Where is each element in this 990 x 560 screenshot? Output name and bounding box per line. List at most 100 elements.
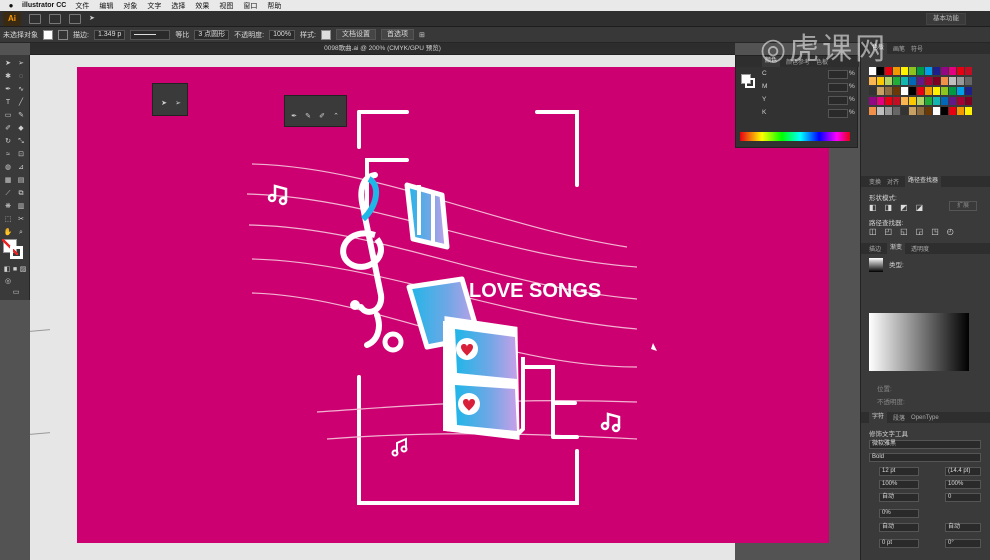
bridge-icon[interactable] xyxy=(49,13,61,24)
swatch-chip[interactable] xyxy=(965,67,972,75)
swatch-grid[interactable] xyxy=(869,67,979,127)
font-size-field[interactable]: 12 pt xyxy=(879,467,919,476)
swatch-chip[interactable] xyxy=(877,67,884,75)
stroke-label[interactable]: 描边: xyxy=(73,30,89,40)
tab-align[interactable]: 对齐 xyxy=(887,177,899,186)
swatch-chip[interactable] xyxy=(901,77,908,85)
swatch-chip[interactable] xyxy=(933,77,940,85)
tab-transparency[interactable]: 透明度 xyxy=(911,244,929,253)
swatch-chip[interactable] xyxy=(957,67,964,75)
tracking-field[interactable]: 0 xyxy=(945,493,981,502)
tab-stroke[interactable]: 描边 xyxy=(869,244,881,253)
grid-icon[interactable] xyxy=(29,13,41,24)
swatch-chip[interactable] xyxy=(957,77,964,85)
swatch-chip[interactable] xyxy=(885,77,892,85)
style-swatch[interactable] xyxy=(320,29,331,40)
swatch-chip[interactable] xyxy=(941,107,948,115)
swatch-chip[interactable] xyxy=(933,97,940,105)
color-spectrum[interactable] xyxy=(740,132,850,141)
floating-tools-panel-b[interactable]: ✒ ✎ ✐ ⌃ xyxy=(284,95,347,127)
kerning-field[interactable]: 自动 xyxy=(879,493,919,502)
eraser-tool-icon[interactable]: ◆ xyxy=(16,124,26,133)
y-value-field[interactable] xyxy=(828,96,848,105)
swatch-chip[interactable] xyxy=(949,107,956,115)
swatch-chip[interactable] xyxy=(965,107,972,115)
rotate-tool-icon[interactable]: ↻ xyxy=(3,137,13,146)
scale-tool-icon[interactable]: ⤡ xyxy=(16,137,26,146)
shape-builder-tool-icon[interactable]: ◍ xyxy=(3,163,13,172)
m-value-field[interactable] xyxy=(828,83,848,92)
swatch-chip[interactable] xyxy=(933,67,940,75)
swatch-chip[interactable] xyxy=(893,67,900,75)
app-name[interactable]: illustrator CC xyxy=(22,2,66,9)
menu-object[interactable]: 对象 xyxy=(123,1,137,11)
horizontal-scale-field[interactable]: 100% xyxy=(945,480,981,489)
swatch-chip[interactable] xyxy=(909,77,916,85)
tab-pathfinder[interactable]: 路径查找器 xyxy=(905,176,942,187)
menu-type[interactable]: 文字 xyxy=(147,1,161,11)
stroke-weight-field[interactable]: 1.349 p xyxy=(93,29,126,40)
swatch-chip[interactable] xyxy=(957,87,964,95)
swatch-chip[interactable] xyxy=(965,87,972,95)
symbol-sprayer-tool-icon[interactable]: ❋ xyxy=(3,202,13,211)
rectangle-tool-icon[interactable]: ▭ xyxy=(3,111,13,120)
gradient-slider[interactable] xyxy=(869,313,969,371)
artboard[interactable]: LOVE SONGS xyxy=(77,67,829,543)
swatch-chip[interactable] xyxy=(925,67,932,75)
font-family-field[interactable]: 微软雅黑 xyxy=(869,440,981,449)
screen-mode-icon[interactable]: ▭ xyxy=(10,288,22,297)
menu-view[interactable]: 视图 xyxy=(219,1,233,11)
menu-effect[interactable]: 效果 xyxy=(195,1,209,11)
swatch-chip[interactable] xyxy=(909,87,916,95)
mesh-tool-icon[interactable]: ▦ xyxy=(3,176,13,185)
preferences-button[interactable]: 首选项 xyxy=(380,29,414,40)
swatch-chip[interactable] xyxy=(885,87,892,95)
canvas-area[interactable]: LOVE SONGS xyxy=(29,55,829,560)
line-tool-icon[interactable]: ╱ xyxy=(16,98,26,107)
swatch-chip[interactable] xyxy=(909,107,916,115)
swatch-chip[interactable] xyxy=(917,87,924,95)
font-style-field[interactable]: Bold xyxy=(869,453,981,462)
slice-tool-icon[interactable]: ✂ xyxy=(16,215,26,224)
pointer-plus-icon[interactable]: ➢ xyxy=(173,99,183,108)
color-stroke-proxy[interactable] xyxy=(745,78,755,88)
brush-dropdown[interactable]: 3 点圆形 xyxy=(194,29,230,40)
k-value-field[interactable] xyxy=(828,109,848,118)
swatch-chip[interactable] xyxy=(893,97,900,105)
swatch-chip[interactable] xyxy=(949,97,956,105)
add-anchor-icon[interactable]: ✎ xyxy=(303,112,313,121)
swatch-chip[interactable] xyxy=(901,67,908,75)
tab-character[interactable]: 字符 xyxy=(869,412,888,423)
width-tool-icon[interactable]: ≈ xyxy=(3,150,13,159)
tab-transform[interactable]: 变换 xyxy=(869,177,881,186)
swatch-chip[interactable] xyxy=(885,67,892,75)
line-style-dropdown[interactable] xyxy=(130,29,171,40)
blend-tool-icon[interactable]: ⧉ xyxy=(16,189,26,198)
opacity-field[interactable]: 100% xyxy=(269,29,296,40)
gradient-tool-icon[interactable]: ▤ xyxy=(16,176,26,185)
menu-window[interactable]: 窗口 xyxy=(243,1,257,11)
gradient-mode-icon[interactable]: ▨ xyxy=(18,265,28,274)
auto-field-1[interactable]: 自动 xyxy=(879,523,919,532)
tsume-field[interactable]: 0% xyxy=(879,509,919,518)
swatch-chip[interactable] xyxy=(949,87,956,95)
floating-tools-panel-a[interactable]: ➤ ➢ xyxy=(152,83,188,116)
swatch-chip[interactable] xyxy=(957,107,964,115)
swatch-chip[interactable] xyxy=(925,107,932,115)
perspective-grid-tool-icon[interactable]: ⊿ xyxy=(16,163,26,172)
menu-select[interactable]: 选择 xyxy=(171,1,185,11)
swatch-chip[interactable] xyxy=(933,107,940,115)
apple-icon[interactable]: ● xyxy=(6,1,16,10)
c-value-field[interactable] xyxy=(828,70,848,79)
swatch-chip[interactable] xyxy=(877,107,884,115)
curvature-tool-icon[interactable]: ∿ xyxy=(16,85,26,94)
character-rotation-field[interactable]: 0° xyxy=(945,539,981,548)
swatch-chip[interactable] xyxy=(949,67,956,75)
artboard-tool-icon[interactable]: ⬚ xyxy=(3,215,13,224)
fill-swatch[interactable] xyxy=(43,29,53,40)
color-panel[interactable]: 颜色 颜色参考 色板 C M Y K % % % % xyxy=(735,55,859,148)
leading-field[interactable]: (14.4 pt) xyxy=(945,467,981,476)
delete-anchor-icon[interactable]: ✐ xyxy=(317,112,327,121)
layout-icon[interactable] xyxy=(69,13,81,24)
auto-field-2[interactable]: 自动 xyxy=(945,523,981,532)
